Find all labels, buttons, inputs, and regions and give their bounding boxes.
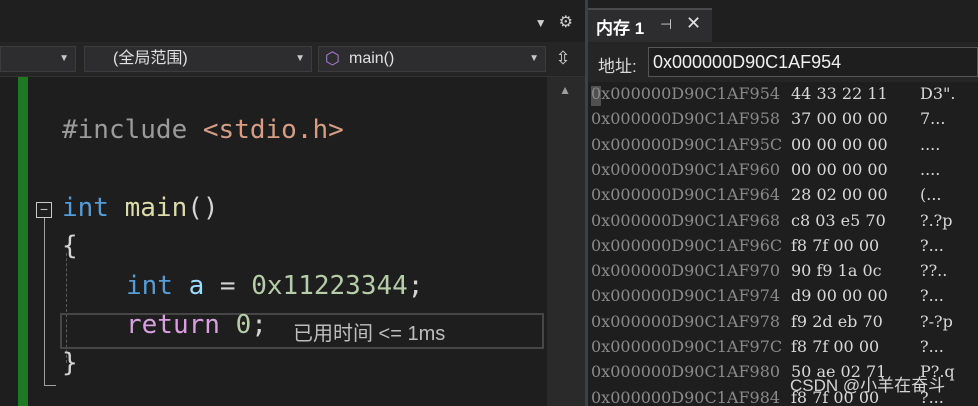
keyword-int: int — [126, 271, 173, 301]
memory-address: 0x000000D90C1AF978 — [591, 311, 781, 331]
memory-ascii[interactable]: ?... — [920, 286, 944, 305]
memory-ascii[interactable]: D3". — [920, 84, 955, 103]
memory-address: 0x000000D90C1AF970 — [591, 261, 781, 281]
include-header: <stdio.h> — [202, 115, 344, 145]
variable-a: a — [188, 271, 205, 301]
scroll-up-icon[interactable]: ▲ — [559, 83, 571, 97]
memory-address-bar: 地址: 0x000000D90C1AF954 — [588, 42, 978, 82]
close-icon[interactable]: ✕ — [686, 13, 701, 34]
memory-address: 0x000000D90C1AF954 — [591, 84, 781, 103]
memory-address: 0x000000D90C1AF958 — [591, 109, 781, 129]
scope-dropdown-label: (全局范围) — [113, 50, 188, 67]
memory-bytes[interactable]: 44 33 22 11 — [791, 84, 888, 103]
parentheses: () — [187, 193, 219, 223]
memory-grid[interactable]: 0x000000D90C1AF954 44 33 22 11 D3". 0x00000… — [588, 82, 978, 406]
memory-address: 0x000000D90C1AF974 — [591, 286, 781, 306]
code-line-main: int main() — [62, 193, 219, 223]
return-value: 0 — [235, 310, 252, 340]
memory-address: 0x000000D90C1AF980 — [591, 362, 781, 382]
function-dropdown[interactable]: ⬡ main() ▼ — [318, 46, 546, 72]
memory-bytes[interactable]: 00 00 00 00 — [791, 135, 888, 154]
memory-ascii[interactable]: .... — [920, 160, 940, 179]
chevron-down-icon: ▼ — [529, 53, 539, 64]
perf-tip[interactable]: 已用时间 <= 1ms — [293, 317, 445, 346]
editor-top-strip: ▼ ⚙ — [0, 0, 585, 42]
hex-literal: 0x11223344 — [251, 271, 408, 301]
dropdown-arrow-icon[interactable]: ▼ — [535, 12, 547, 34]
function-name: main — [124, 193, 188, 223]
memory-address: 0x000000D90C1AF964 — [591, 185, 781, 205]
memory-bytes[interactable]: c8 03 e5 70 — [791, 211, 886, 230]
semicolon: ; — [407, 271, 424, 301]
memory-bytes[interactable]: 00 00 00 00 — [791, 160, 888, 179]
memory-address: 0x000000D90C1AF96C — [591, 235, 783, 255]
tab-title: 内存 1 — [596, 19, 645, 38]
project-dropdown[interactable]: ▼ — [0, 46, 76, 72]
chevron-down-icon: ▼ — [295, 53, 305, 64]
memory-address: 0x000000D90C1AF960 — [591, 159, 781, 179]
memory-bytes[interactable]: d9 00 00 00 — [791, 286, 888, 305]
memory-ascii[interactable]: ?... — [920, 337, 944, 356]
memory-address: 0x000000D90C1AF97C — [591, 337, 783, 356]
address-input[interactable]: 0x000000D90C1AF954 — [648, 47, 978, 77]
semicolon: ; — [251, 310, 267, 340]
gear-icon[interactable]: ⚙ — [559, 12, 573, 34]
scope-dropdown[interactable]: (全局范围) ▼ — [84, 46, 312, 72]
memory-address: 0x000000D90C1AF984 — [591, 387, 781, 406]
keyword-int: int — [62, 193, 109, 223]
code-line-return: return 0; — [126, 310, 267, 340]
memory-bytes[interactable]: 37 00 00 00 — [791, 109, 888, 128]
address-label: 地址: — [598, 57, 637, 76]
vertical-scrollbar[interactable]: ▲ — [547, 77, 585, 406]
open-brace: { — [62, 231, 78, 261]
assign-operator: = — [204, 271, 252, 301]
split-view-icon[interactable]: ⇳ — [549, 46, 577, 72]
code-line-include: #include <stdio.h> — [62, 115, 344, 145]
memory-address: 0x000000D90C1AF968 — [591, 210, 781, 230]
fold-guide-line — [44, 218, 45, 386]
memory-ascii[interactable]: .... — [920, 135, 940, 154]
cube-icon: ⬡ — [325, 49, 340, 68]
code-editor[interactable]: ▲ #include <stdio.h> − int main() { int … — [0, 77, 585, 406]
collapse-icon[interactable]: − — [36, 202, 52, 218]
fold-guide-end — [44, 385, 56, 386]
memory-bytes[interactable]: f9 2d eb 70 — [791, 312, 883, 331]
memory-bytes[interactable]: 28 02 00 00 — [791, 185, 888, 204]
keyword-return: return — [126, 310, 220, 340]
memory-ascii[interactable]: ?-?p — [920, 312, 953, 331]
memory-bytes[interactable]: f8 7f 00 00 — [791, 236, 879, 255]
memory-ascii[interactable]: ?.?p — [920, 211, 952, 230]
memory-ascii[interactable]: ??.. — [920, 261, 947, 280]
code-line-close-brace: } — [62, 348, 78, 378]
editor-navigation-bar: ▼ (全局范围) ▼ ⬡ main() ▼ ⇳ — [0, 42, 585, 77]
code-line-open-brace: { — [62, 231, 78, 261]
memory-ascii[interactable]: (... — [920, 185, 942, 204]
memory-tab-bar: 内存 1 ⊣ ✕ — [588, 0, 978, 42]
memory-ascii[interactable]: 7... — [920, 109, 945, 128]
preprocessor-directive: #include — [62, 115, 188, 145]
chevron-down-icon: ▼ — [59, 53, 69, 64]
window-controls: ▼ ⚙ — [535, 12, 573, 34]
memory-bytes[interactable]: 90 f9 1a 0c — [791, 261, 882, 280]
close-brace: } — [62, 348, 78, 378]
pin-icon[interactable]: ⊣ — [660, 16, 672, 33]
watermark: CSDN @小羊在奋斗 — [790, 376, 946, 395]
memory-bytes[interactable]: f8 7f 00 00 — [791, 337, 879, 356]
memory-address: 0x000000D90C1AF95C — [591, 134, 783, 154]
change-tracking-bar — [18, 77, 28, 406]
function-dropdown-label: main() — [349, 50, 395, 67]
code-line-declaration: int a = 0x11223344; — [126, 271, 423, 301]
tab-memory-1[interactable]: 内存 1 ⊣ ✕ — [588, 8, 712, 42]
memory-ascii[interactable]: ?... — [920, 236, 944, 255]
